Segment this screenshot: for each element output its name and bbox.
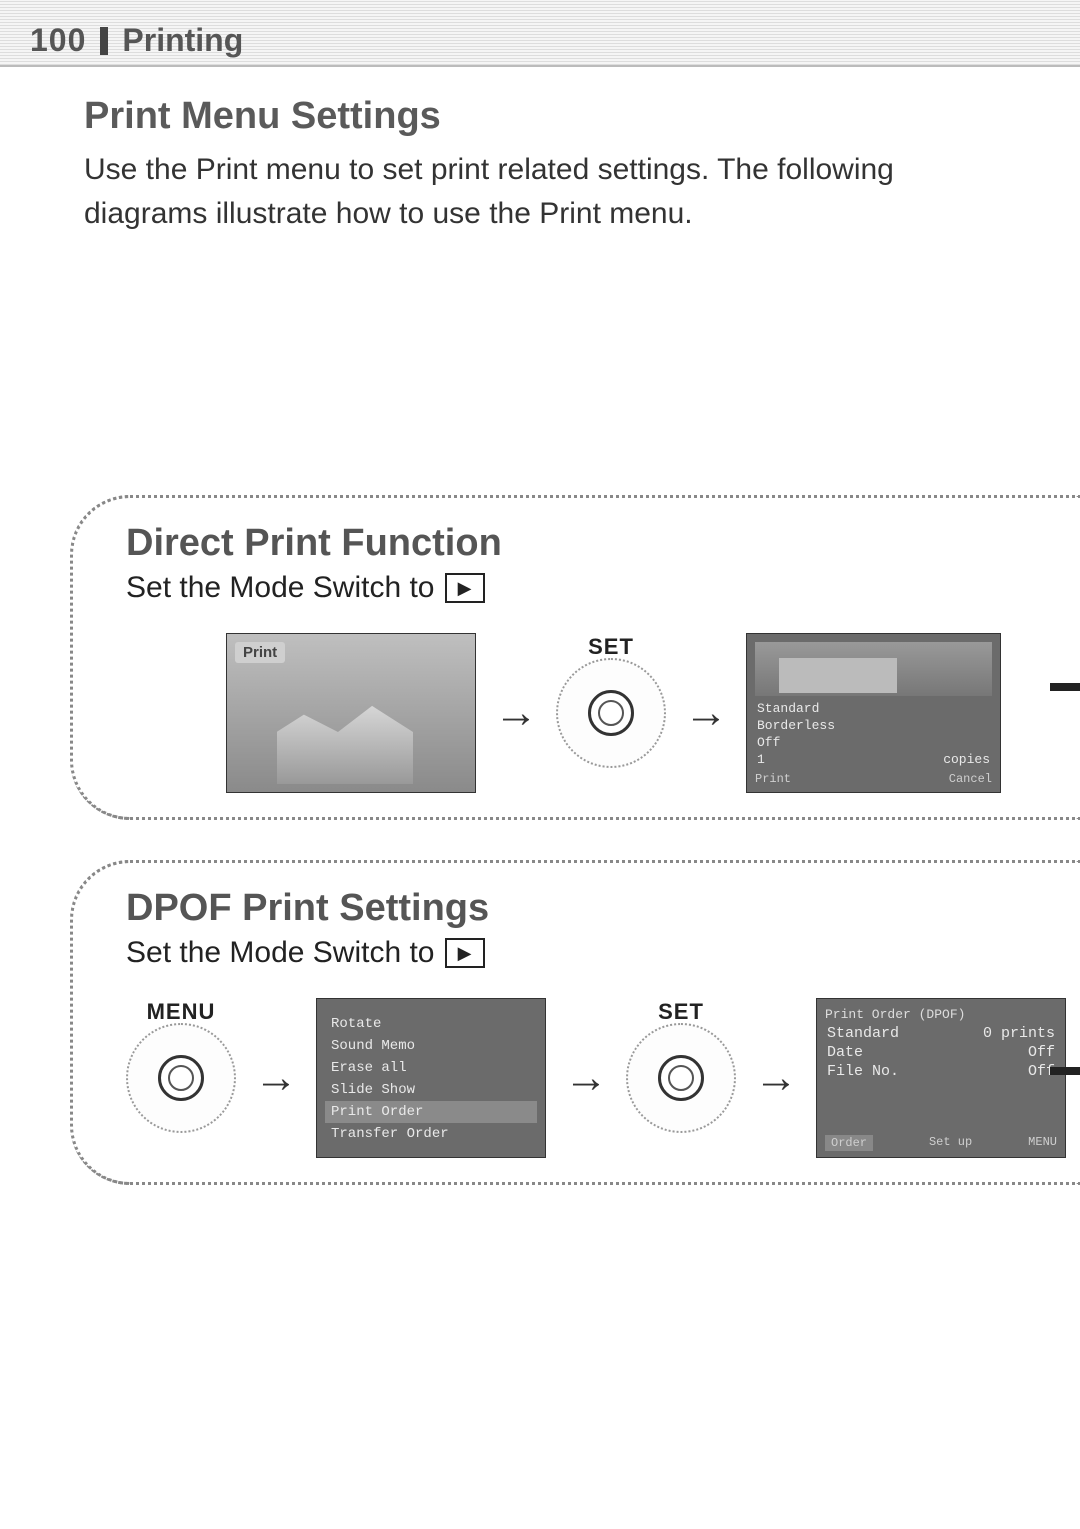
header-divider-icon	[100, 27, 108, 55]
order-title: Print Order (DPOF)	[825, 1007, 1057, 1022]
menu-item-erase-all: Erase all	[325, 1057, 537, 1079]
arrow-right-icon: →	[254, 1053, 298, 1103]
playback-mode-icon: ▶	[445, 938, 485, 968]
lcd-footer-print: Print	[755, 772, 791, 786]
set-dial[interactable]: SET	[626, 1023, 736, 1133]
order-footer-setup: Set up	[929, 1135, 972, 1151]
menu-item-slide-show: Slide Show	[325, 1079, 537, 1101]
print-order-lcd: Print Order (DPOF) Standard 0 prints Date…	[816, 998, 1066, 1158]
set-dial[interactable]: SET	[556, 658, 666, 768]
menu-item-rotate: Rotate	[325, 1013, 537, 1035]
playback-mode-icon: ▶	[445, 573, 485, 603]
menu-item-print-order: Print Order	[325, 1101, 537, 1123]
mode-switch-text: Set the Mode Switch to	[126, 571, 435, 605]
continuation-bar-icon	[1050, 1067, 1080, 1075]
arrow-right-icon: →	[564, 1053, 608, 1103]
opt-off: Off	[757, 735, 780, 750]
print-tag-label: Print	[235, 642, 285, 663]
opt-borderless: Borderless	[757, 718, 835, 733]
lcd-inner-thumbnail	[755, 642, 992, 696]
order-date-value: Off	[1028, 1044, 1055, 1061]
order-footer-order: Order	[825, 1135, 873, 1151]
menu-dial-label: MENU	[147, 999, 216, 1025]
mode-switch-text: Set the Mode Switch to	[126, 936, 435, 970]
set-dial-label: SET	[588, 634, 634, 660]
dpof-title: DPOF Print Settings	[126, 887, 1080, 930]
copies-label: copies	[943, 752, 990, 767]
section-intro: Use the Print menu to set print related …	[84, 148, 1020, 235]
copies-value: 1	[757, 752, 765, 767]
dpof-subtitle: Set the Mode Switch to ▶	[126, 936, 1080, 970]
dpof-panel: DPOF Print Settings Set the Mode Switch …	[70, 860, 1080, 1185]
playback-menu-lcd: Rotate Sound Memo Erase all Slide Show P…	[316, 998, 546, 1158]
menu-item-sound-memo: Sound Memo	[325, 1035, 537, 1057]
dpof-flow: MENU → Rotate Sound Memo Erase all Slide…	[126, 998, 1080, 1158]
order-footer-menu: MENU	[1028, 1135, 1057, 1151]
print-settings-lcd: Standard Borderless Off 1 copies Print C…	[746, 633, 1001, 793]
direct-print-subtitle: Set the Mode Switch to ▶	[126, 571, 1080, 605]
page-header: 100 Printing	[0, 0, 1080, 67]
continuation-bar-icon	[1050, 683, 1080, 691]
section-title: Print Menu Settings	[84, 95, 1080, 138]
lcd-footer-cancel: Cancel	[949, 772, 992, 786]
arrow-right-icon: →	[684, 688, 728, 738]
arrow-right-icon: →	[754, 1053, 798, 1103]
menu-item-transfer-order: Transfer Order	[325, 1123, 537, 1145]
direct-print-flow: Print → SET → Standard Borderless Off 1	[126, 633, 1080, 793]
menu-dial[interactable]: MENU	[126, 1023, 236, 1133]
page-number: 100	[30, 22, 86, 59]
direct-print-panel: Direct Print Function Set the Mode Switc…	[70, 495, 1080, 820]
arrow-right-icon: →	[494, 688, 538, 738]
order-date-label: Date	[827, 1044, 863, 1061]
order-standard-label: Standard	[827, 1025, 899, 1042]
set-dial-label: SET	[658, 999, 704, 1025]
chapter-title: Printing	[122, 22, 243, 59]
direct-print-title: Direct Print Function	[126, 522, 1080, 565]
order-fileno-label: File No.	[827, 1063, 899, 1080]
opt-standard: Standard	[757, 701, 819, 716]
lcd-preview-thumbnail: Print	[226, 633, 476, 793]
order-standard-value: 0 prints	[983, 1025, 1055, 1042]
